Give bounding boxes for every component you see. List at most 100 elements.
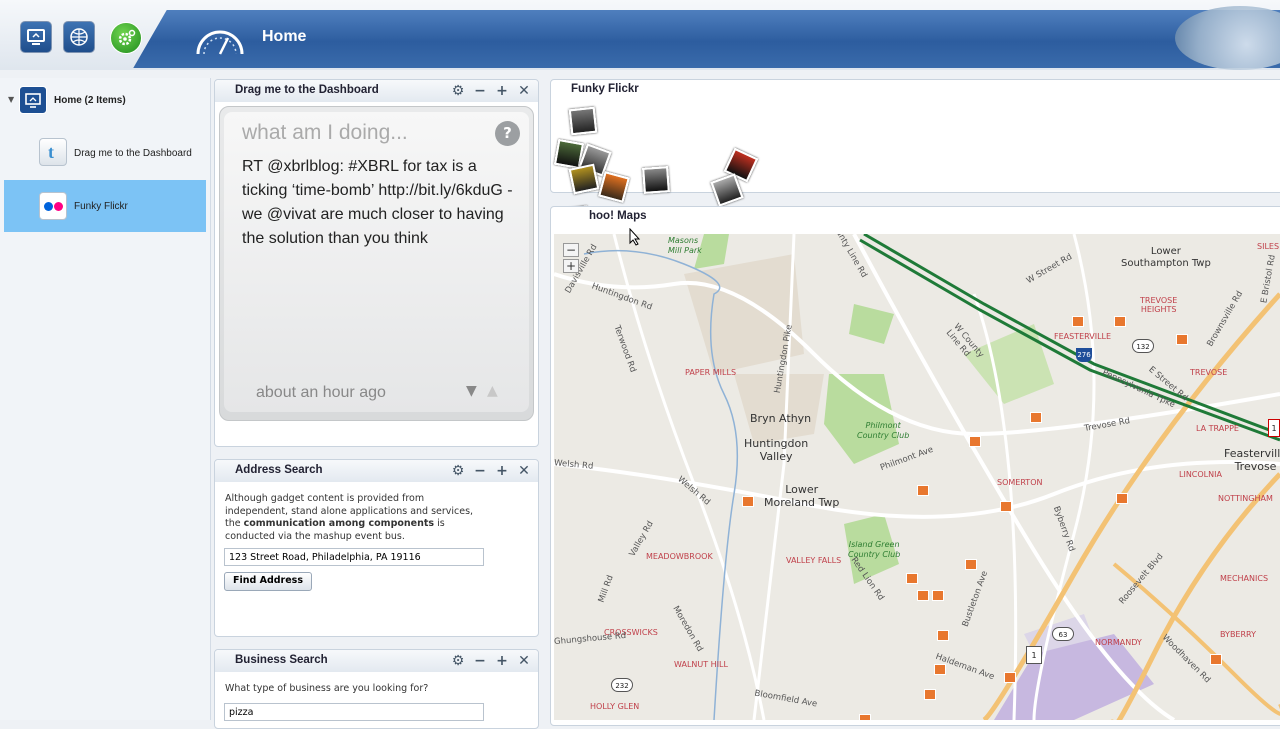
address-description: Although gadget content is provided from… xyxy=(225,493,487,543)
map-place: PAPER MILLS xyxy=(685,368,737,377)
gear-icon[interactable]: ⚙ xyxy=(451,84,465,98)
sidebar-item-flickr[interactable]: Funky Flickr xyxy=(4,180,206,232)
title-strip xyxy=(180,10,1280,68)
business-pin[interactable] xyxy=(1116,493,1128,504)
business-pin[interactable] xyxy=(1210,654,1222,665)
business-pin[interactable] xyxy=(1114,316,1126,327)
business-pin[interactable] xyxy=(742,496,754,507)
panel-title: hoo! Maps xyxy=(589,210,647,222)
map-label: Lower Southampton Twp xyxy=(1121,246,1211,269)
business-pin[interactable] xyxy=(1000,501,1012,512)
panel-header[interactable]: Business Search ⚙ − + ✕ xyxy=(215,650,538,672)
map-label: Feasterville Trevose xyxy=(1224,447,1280,473)
business-question: What type of business are you looking fo… xyxy=(225,683,429,694)
map-place: LA TRAPPE xyxy=(1196,424,1239,433)
business-pin[interactable] xyxy=(969,436,981,447)
map-place: TREVOSE xyxy=(1190,368,1228,377)
network-icon xyxy=(70,28,88,46)
route-shield: 232 xyxy=(611,678,633,692)
speedometer-icon xyxy=(192,14,248,66)
interstate-shield: 276 xyxy=(1076,348,1092,362)
prev-tweet-icon[interactable]: ▲ xyxy=(487,383,498,399)
map-label: Lower Moreland Twp xyxy=(764,483,840,509)
business-pin[interactable] xyxy=(917,485,929,496)
business-pin[interactable] xyxy=(932,590,944,601)
maximize-icon[interactable]: + xyxy=(495,654,509,668)
next-tweet-icon[interactable]: ▼ xyxy=(466,383,477,399)
settings-button[interactable] xyxy=(110,22,142,54)
map-place: WALNUT HILL xyxy=(674,660,728,669)
maximize-icon[interactable]: + xyxy=(495,464,509,478)
business-pin[interactable] xyxy=(906,573,918,584)
business-pin[interactable] xyxy=(1004,672,1016,683)
tweet-text: RT @xbrlblog: #XBRL for tax is a ticking… xyxy=(242,158,513,247)
minimize-icon[interactable]: − xyxy=(473,84,487,98)
map-place: VALLEY FALLS xyxy=(786,556,842,565)
help-icon[interactable]: ? xyxy=(495,121,520,146)
route-shield: 1 xyxy=(1026,646,1042,664)
business-pin[interactable] xyxy=(917,590,929,601)
map-place: FEASTERVILLE xyxy=(1054,332,1112,341)
home-icon xyxy=(19,86,47,114)
sidebar-item-twitter[interactable]: t Drag me to the Dashboard xyxy=(4,128,206,180)
business-pin[interactable] xyxy=(965,559,977,570)
sidebar-root-label[interactable]: Home (2 Items) xyxy=(54,95,126,106)
panel-title: Drag me to the Dashboard xyxy=(235,84,379,96)
map-canvas[interactable]: Lower Southampton Twp Bryn Athyn Hunting… xyxy=(554,234,1280,720)
zoom-out-button[interactable]: − xyxy=(563,243,579,257)
map-place: SILES xyxy=(1257,242,1280,251)
gear-icon[interactable]: ⚙ xyxy=(451,464,465,478)
flickr-icon xyxy=(39,192,67,220)
business-pin[interactable] xyxy=(937,630,949,641)
gear-icon[interactable]: ⚙ xyxy=(451,654,465,668)
tweet-time: about an hour ago xyxy=(256,384,386,401)
flickr-photo[interactable] xyxy=(642,166,670,194)
business-pin[interactable] xyxy=(1072,316,1084,327)
tweet-header: what am I doing... xyxy=(242,121,408,144)
panel-title: Address Search xyxy=(235,464,323,476)
map-place: LINCOLNIA xyxy=(1179,470,1222,479)
maximize-icon[interactable]: + xyxy=(495,84,509,98)
monitor-icon xyxy=(27,29,45,45)
route-shield: 1 xyxy=(1268,419,1280,437)
minimize-icon[interactable]: − xyxy=(473,464,487,478)
address-input[interactable] xyxy=(224,548,484,566)
map-place: SOMERTON xyxy=(997,478,1043,487)
monitor-button[interactable] xyxy=(20,21,52,53)
panel-title: Funky Flickr xyxy=(571,83,639,95)
map-place: NOTTINGHAM xyxy=(1218,494,1273,503)
business-pin[interactable] xyxy=(924,689,936,700)
route-shield: 63 xyxy=(1052,627,1074,641)
map-place: TREVOSE HEIGHTS xyxy=(1140,296,1178,314)
find-address-button[interactable]: Find Address xyxy=(224,572,312,591)
map-place: MECHANICS xyxy=(1220,574,1269,583)
flickr-photo[interactable] xyxy=(568,163,600,195)
business-pin[interactable] xyxy=(1030,412,1042,423)
business-pin[interactable] xyxy=(859,714,871,720)
flickr-photo[interactable] xyxy=(598,171,630,203)
sidebar-item-label: Drag me to the Dashboard xyxy=(74,148,192,159)
map-label: Bryn Athyn xyxy=(750,412,812,425)
zoom-in-button[interactable]: + xyxy=(563,259,579,273)
map-place: NORMANDY xyxy=(1095,638,1142,647)
panel-header[interactable]: Address Search ⚙ − + ✕ xyxy=(215,460,538,482)
panel-header[interactable]: Drag me to the Dashboard ⚙ − + ✕ xyxy=(215,80,538,102)
map-place: BYBERRY xyxy=(1220,630,1256,639)
business-input[interactable] xyxy=(224,703,484,721)
mouse-cursor-icon xyxy=(629,227,641,250)
business-pin[interactable] xyxy=(934,664,946,675)
twitter-icon: t xyxy=(39,138,67,166)
collapse-arrow-icon[interactable]: ▼ xyxy=(8,95,14,104)
close-icon[interactable]: ✕ xyxy=(517,654,531,668)
map-label: Masons Mill Park xyxy=(668,236,702,255)
business-pin[interactable] xyxy=(1176,334,1188,345)
close-icon[interactable]: ✕ xyxy=(517,464,531,478)
close-icon[interactable]: ✕ xyxy=(517,84,531,98)
map-place: MEADOWBROOK xyxy=(646,552,713,561)
description-bold: communication among components xyxy=(243,518,435,529)
address-search-panel: Address Search ⚙ − + ✕ Although gadget c… xyxy=(214,459,539,637)
flickr-photo[interactable] xyxy=(568,106,598,136)
page-title: Home xyxy=(262,28,307,45)
network-button[interactable] xyxy=(63,21,95,53)
minimize-icon[interactable]: − xyxy=(473,654,487,668)
